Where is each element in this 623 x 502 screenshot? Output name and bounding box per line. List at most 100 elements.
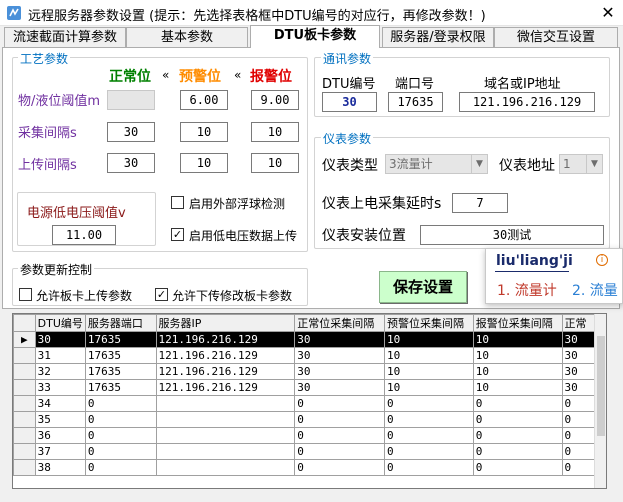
table-cell[interactable]: 32 [34,363,86,380]
upload-normal-input[interactable]: 30 [107,153,155,173]
level-alarm-input[interactable]: 9.00 [251,90,299,110]
table-cell[interactable]: 0 [384,459,474,476]
collect-normal-input[interactable]: 30 [107,122,155,142]
table-cell[interactable]: 17635 [84,363,157,380]
table-cell[interactable]: 0 [472,443,563,460]
table-cell[interactable]: 0 [384,443,474,460]
table-cell[interactable]: 10 [384,331,474,348]
table-row[interactable]: 31 17635 121.196.216.129 30 10 10 30 [13,347,606,364]
table-cell[interactable]: 0 [84,395,157,412]
row-header[interactable] [13,363,36,380]
table-row[interactable]: 35 0 0 0 0 0 [13,411,606,428]
table-cell[interactable]: 34 [34,395,86,412]
table-cell[interactable]: 0 [294,459,386,476]
col-warn-interval[interactable]: 预警位采集间隔 [384,314,474,332]
table-cell[interactable]: 36 [34,427,86,444]
table-cell[interactable]: 30 [294,363,386,380]
table-cell[interactable]: 10 [472,347,563,364]
table-cell[interactable]: 121.196.216.129 [155,331,296,348]
table-cell[interactable]: 30 [34,331,86,348]
table-cell[interactable]: 0 [84,443,157,460]
row-header[interactable] [13,427,36,444]
table-row[interactable]: ▶ 30 17635 121.196.216.129 30 10 10 30 [13,331,606,348]
table-cell[interactable]: 0 [84,459,157,476]
port-input[interactable]: 17635 [388,92,443,112]
ext-float-checkbox[interactable] [171,196,184,209]
table-row[interactable]: 38 0 0 0 0 0 [13,459,606,476]
row-header[interactable] [13,443,36,460]
table-cell[interactable]: 0 [472,459,563,476]
table-cell[interactable]: 0 [472,427,563,444]
table-row[interactable]: 34 0 0 0 0 0 [13,395,606,412]
save-button[interactable]: 保存设置 [379,271,467,303]
dtu-table[interactable]: DTU编号 服务器端口 服务器IP 正常位采集间隔 预警位采集间隔 报警位采集间… [12,313,607,489]
table-cell[interactable]: 10 [384,347,474,364]
low-voltage-upload-checkbox[interactable]: ✓ [171,228,184,241]
table-cell[interactable]: 0 [384,395,474,412]
table-cell[interactable]: 37 [34,443,86,460]
table-cell[interactable]: 0 [84,427,157,444]
table-cell[interactable]: 0 [384,411,474,428]
scrollbar-thumb[interactable] [597,336,605,436]
table-cell[interactable]: 121.196.216.129 [155,347,296,364]
low-voltage-input[interactable]: 11.00 [52,225,116,245]
table-cell[interactable]: 33 [34,379,86,396]
tab-flow-section[interactable]: 流速截面计算参数 [4,27,126,47]
table-row[interactable]: 33 17635 121.196.216.129 30 10 10 30 [13,379,606,396]
table-cell[interactable]: 0 [384,427,474,444]
row-header[interactable] [13,411,36,428]
collect-alarm-input[interactable]: 10 [251,122,299,142]
col-alarm-interval[interactable]: 报警位采集间隔 [472,314,563,332]
table-cell[interactable]: 10 [384,363,474,380]
table-row[interactable]: 37 0 0 0 0 0 [13,443,606,460]
upload-alarm-input[interactable]: 10 [251,153,299,173]
table-cell[interactable]: 30 [294,331,386,348]
dtu-input[interactable]: 30 [322,92,377,112]
level-warn-input[interactable]: 6.00 [180,90,228,110]
table-cell[interactable]: 10 [472,363,563,380]
row-header[interactable] [13,395,36,412]
table-cell[interactable]: 17635 [84,331,157,348]
table-cell[interactable]: 31 [34,347,86,364]
table-cell[interactable]: 0 [294,443,386,460]
col-port[interactable]: 服务器端口 [84,314,157,332]
table-cell[interactable]: 0 [294,395,386,412]
table-cell[interactable]: 0 [472,411,563,428]
tab-wechat[interactable]: 微信交互设置 [494,27,618,47]
meter-install-input[interactable]: 30测试 [420,225,604,245]
table-cell[interactable]: 121.196.216.129 [155,379,296,396]
meter-delay-input[interactable]: 7 [452,193,508,213]
close-button[interactable]: ✕ [596,2,620,24]
table-cell[interactable]: 121.196.216.129 [155,363,296,380]
table-cell[interactable]: 0 [84,411,157,428]
col-ip[interactable]: 服务器IP [155,314,296,332]
table-cell[interactable]: 10 [472,379,563,396]
ime-candidate-1[interactable]: 1. 流量计 [497,280,557,300]
allow-upload-checkbox[interactable] [19,288,32,301]
collect-warn-input[interactable]: 10 [180,122,228,142]
row-header[interactable] [13,459,36,476]
table-cell[interactable] [155,427,296,444]
table-cell[interactable] [155,411,296,428]
table-cell[interactable] [155,443,296,460]
table-cell[interactable]: 10 [472,331,563,348]
row-header[interactable]: ▶ [13,331,36,348]
tab-server-login[interactable]: 服务器/登录权限 [382,27,494,47]
table-cell[interactable]: 10 [384,379,474,396]
table-row[interactable]: 36 0 0 0 0 0 [13,427,606,444]
tab-basic[interactable]: 基本参数 [126,27,248,47]
table-cell[interactable]: 35 [34,411,86,428]
ime-candidate-2[interactable]: 2. 流量 [572,280,618,300]
table-cell[interactable] [155,459,296,476]
col-dtu[interactable]: DTU编号 [34,314,86,332]
table-scrollbar[interactable] [594,314,606,488]
row-header[interactable] [13,379,36,396]
table-cell[interactable]: 17635 [84,347,157,364]
table-cell[interactable]: 38 [34,459,86,476]
info-icon[interactable]: i [596,254,608,266]
table-row[interactable]: 32 17635 121.196.216.129 30 10 10 30 [13,363,606,380]
table-cell[interactable]: 0 [472,395,563,412]
table-cell[interactable]: 30 [294,379,386,396]
table-cell[interactable]: 17635 [84,379,157,396]
upload-warn-input[interactable]: 10 [180,153,228,173]
